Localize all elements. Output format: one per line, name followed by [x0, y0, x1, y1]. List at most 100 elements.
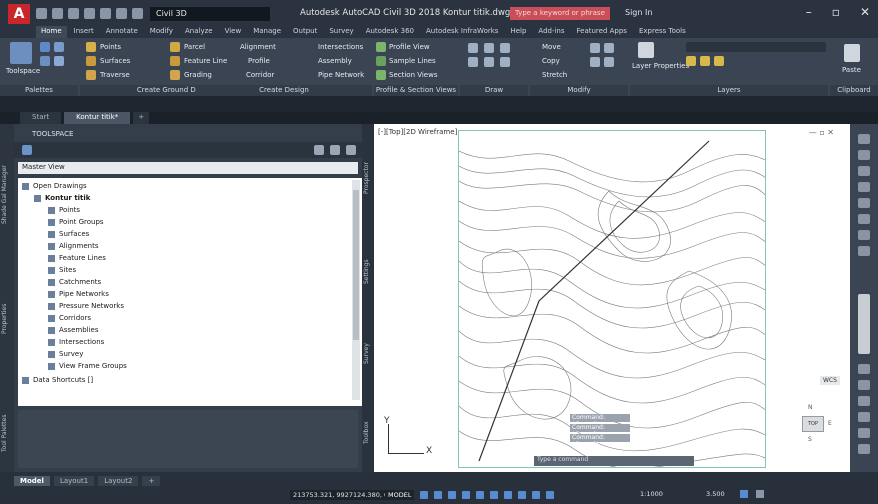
- tab-modify[interactable]: Modify: [145, 26, 178, 38]
- dropdown-icon[interactable]: [132, 8, 143, 19]
- survey-icon[interactable]: [40, 56, 50, 66]
- osnap-icon[interactable]: [476, 491, 484, 499]
- layers-label[interactable]: Layers: [630, 85, 828, 96]
- hatch-icon[interactable]: [500, 57, 510, 67]
- feature-line-button[interactable]: Feature Line: [184, 57, 227, 65]
- tree-node[interactable]: View Frame Groups: [48, 362, 127, 370]
- tab-annotate[interactable]: Annotate: [101, 26, 143, 38]
- steering-wheel-icon[interactable]: [858, 294, 870, 354]
- nav-tool-icon[interactable]: [858, 198, 870, 208]
- tree-node[interactable]: Pipe Networks: [48, 290, 109, 298]
- line-icon[interactable]: [468, 43, 478, 53]
- viewport-window-controls[interactable]: — ▫ ✕: [809, 128, 834, 137]
- tree-node[interactable]: Feature Lines: [48, 254, 106, 262]
- rotate-icon[interactable]: [590, 43, 600, 53]
- layer-tool-icon[interactable]: [714, 56, 724, 66]
- paste-button[interactable]: Paste: [842, 66, 861, 74]
- copy-button[interactable]: Copy: [542, 57, 560, 65]
- tree-node[interactable]: Sites: [48, 266, 76, 274]
- open-icon[interactable]: [52, 8, 63, 19]
- viewcube[interactable]: N TOP E S: [794, 404, 834, 444]
- tree-node[interactable]: Data Shortcuts []: [22, 376, 93, 384]
- sample-lines-button[interactable]: Sample Lines: [389, 57, 436, 65]
- master-view-icon[interactable]: [22, 145, 32, 155]
- doc-tab-drawing[interactable]: Kontur titik*: [64, 112, 131, 124]
- tab-featured-apps[interactable]: Featured Apps: [572, 26, 632, 38]
- settings-gear-icon[interactable]: [740, 490, 748, 498]
- nav-tool-icon[interactable]: [858, 166, 870, 176]
- shade-manager-tab[interactable]: Shade Gal Manager: [1, 134, 13, 224]
- orbit-icon[interactable]: [858, 396, 870, 406]
- tab-infraworks[interactable]: Autodesk InfraWorks: [421, 26, 503, 38]
- command-line-input[interactable]: Type a command: [534, 456, 694, 466]
- prospector-icon[interactable]: [40, 42, 50, 52]
- surfaces-button[interactable]: Surfaces: [100, 57, 130, 65]
- layout-tab-model[interactable]: Model: [14, 476, 50, 486]
- viewport-controls[interactable]: [-][Top][2D Wireframe]: [378, 128, 457, 136]
- tree-node[interactable]: Point Groups: [48, 218, 104, 226]
- toolbox-icon[interactable]: [54, 56, 64, 66]
- tree-node[interactable]: Survey: [48, 350, 83, 358]
- tool-palettes-tab[interactable]: Tool Palettes: [1, 392, 13, 452]
- create-design-label[interactable]: Create Design: [196, 85, 372, 96]
- snap-icon[interactable]: [434, 491, 442, 499]
- circle-icon[interactable]: [500, 43, 510, 53]
- alignment-button[interactable]: Alignment: [240, 43, 276, 51]
- toolspace-button[interactable]: Toolspace: [6, 67, 40, 75]
- minimize-icon[interactable]: –: [806, 5, 812, 19]
- annotation-scale[interactable]: 1:1000: [640, 490, 663, 498]
- assembly-button[interactable]: Assembly: [318, 57, 352, 65]
- fillet-icon[interactable]: [604, 57, 614, 67]
- move-button[interactable]: Move: [542, 43, 561, 51]
- tree-node[interactable]: Pressure Networks: [48, 302, 124, 310]
- paste-icon[interactable]: [844, 44, 860, 62]
- points-button[interactable]: Points: [100, 43, 121, 51]
- tab-autodesk360[interactable]: Autodesk 360: [361, 26, 419, 38]
- ortho-icon[interactable]: [448, 491, 456, 499]
- tab-express-tools[interactable]: Express Tools: [634, 26, 691, 38]
- pan-icon[interactable]: [858, 364, 870, 374]
- save-icon[interactable]: [68, 8, 79, 19]
- clipboard-label[interactable]: Clipboard: [830, 85, 878, 96]
- maximize-icon[interactable]: ▫: [832, 5, 840, 19]
- help-icon[interactable]: [346, 145, 356, 155]
- redo-icon[interactable]: [116, 8, 127, 19]
- polyline-icon[interactable]: [484, 43, 494, 53]
- tab-output[interactable]: Output: [288, 26, 322, 38]
- view-select[interactable]: Master View: [18, 162, 358, 174]
- properties-tab[interactable]: Properties: [1, 274, 13, 334]
- tree-scroll-thumb[interactable]: [353, 190, 359, 340]
- new-tab-button[interactable]: +: [133, 112, 150, 124]
- layer-properties-button[interactable]: Layer Properties: [632, 62, 689, 70]
- tab-view[interactable]: View: [220, 26, 247, 38]
- search-input[interactable]: Type a keyword or phrase: [510, 7, 610, 20]
- tab-home[interactable]: Home: [36, 26, 67, 38]
- traverse-button[interactable]: Traverse: [100, 71, 130, 79]
- tree-node[interactable]: Alignments: [48, 242, 99, 250]
- tree-node[interactable]: Points: [48, 206, 80, 214]
- customize-icon[interactable]: [756, 490, 764, 498]
- tree-node[interactable]: Intersections: [48, 338, 104, 346]
- profile-view-button[interactable]: Profile View: [389, 43, 430, 51]
- viewcube-north[interactable]: N: [808, 404, 813, 411]
- viewcube-south[interactable]: S: [808, 436, 812, 443]
- tab-addins[interactable]: Add-ins: [533, 26, 569, 38]
- nav-tool-icon[interactable]: [858, 230, 870, 240]
- grid-icon[interactable]: [420, 491, 428, 499]
- annotation-icon[interactable]: [546, 491, 554, 499]
- layout-tab-layout1[interactable]: Layout1: [53, 476, 95, 486]
- viewcube-top-face[interactable]: TOP: [802, 416, 824, 432]
- nav-tool-icon[interactable]: [858, 214, 870, 224]
- close-icon[interactable]: ✕: [860, 5, 870, 19]
- tab-help[interactable]: Help: [505, 26, 531, 38]
- tree-node[interactable]: Surfaces: [48, 230, 89, 238]
- arc-icon[interactable]: [468, 57, 478, 67]
- nav-tool-icon[interactable]: [858, 444, 870, 454]
- nav-tool-icon[interactable]: [858, 134, 870, 144]
- sign-in-button[interactable]: Sign In: [625, 8, 652, 17]
- toolspace-icon[interactable]: [10, 42, 32, 64]
- otrack-icon[interactable]: [490, 491, 498, 499]
- tree-node[interactable]: Assemblies: [48, 326, 99, 334]
- showmotion-icon[interactable]: [858, 412, 870, 422]
- elevation-scale[interactable]: 3.500: [706, 490, 725, 498]
